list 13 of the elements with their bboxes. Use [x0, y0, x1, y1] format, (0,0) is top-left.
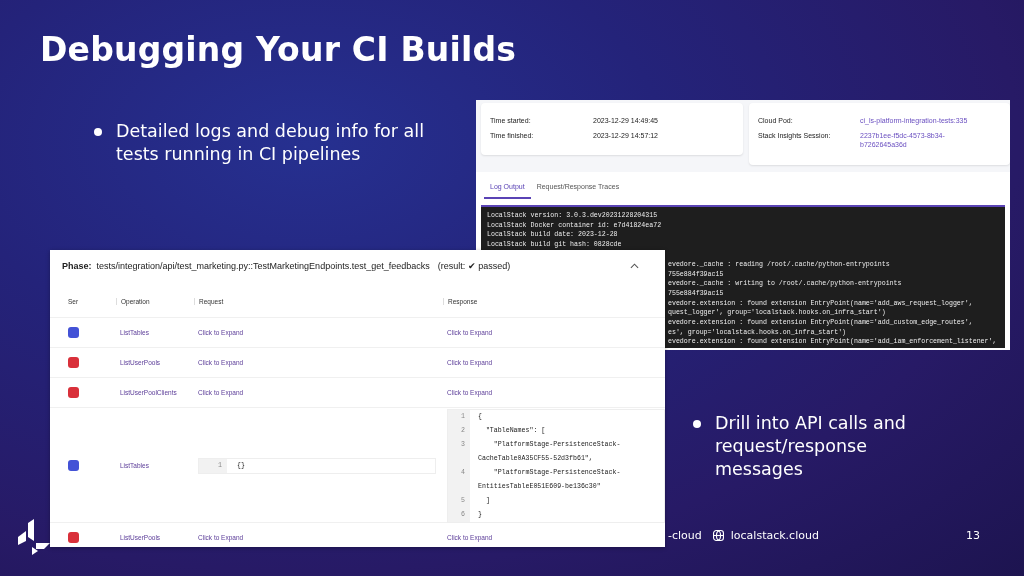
test-name: tests/integration/api/test_marketing.py::TestMarketingEndpoints.test_get_feedbacks [96, 261, 430, 271]
caret-icon[interactable] [630, 263, 639, 269]
bullet-text: Detailed logs and debug info for all tests running in CI pipelines [116, 120, 426, 166]
bullet-text: Drill into API calls and request/response messages [715, 412, 907, 481]
globe-icon [712, 530, 724, 541]
page-number: 13 [966, 529, 980, 542]
bullet-dot [693, 420, 701, 428]
slide-title: Debugging Your CI Builds [40, 30, 517, 69]
test-result: (result: ✔ passed) [437, 261, 511, 271]
footer-site-text: localstack.cloud [730, 529, 819, 542]
footer-link-text: -cloud [668, 529, 702, 542]
bullet-dot [94, 128, 102, 136]
phase-label: Phase: [62, 261, 92, 271]
